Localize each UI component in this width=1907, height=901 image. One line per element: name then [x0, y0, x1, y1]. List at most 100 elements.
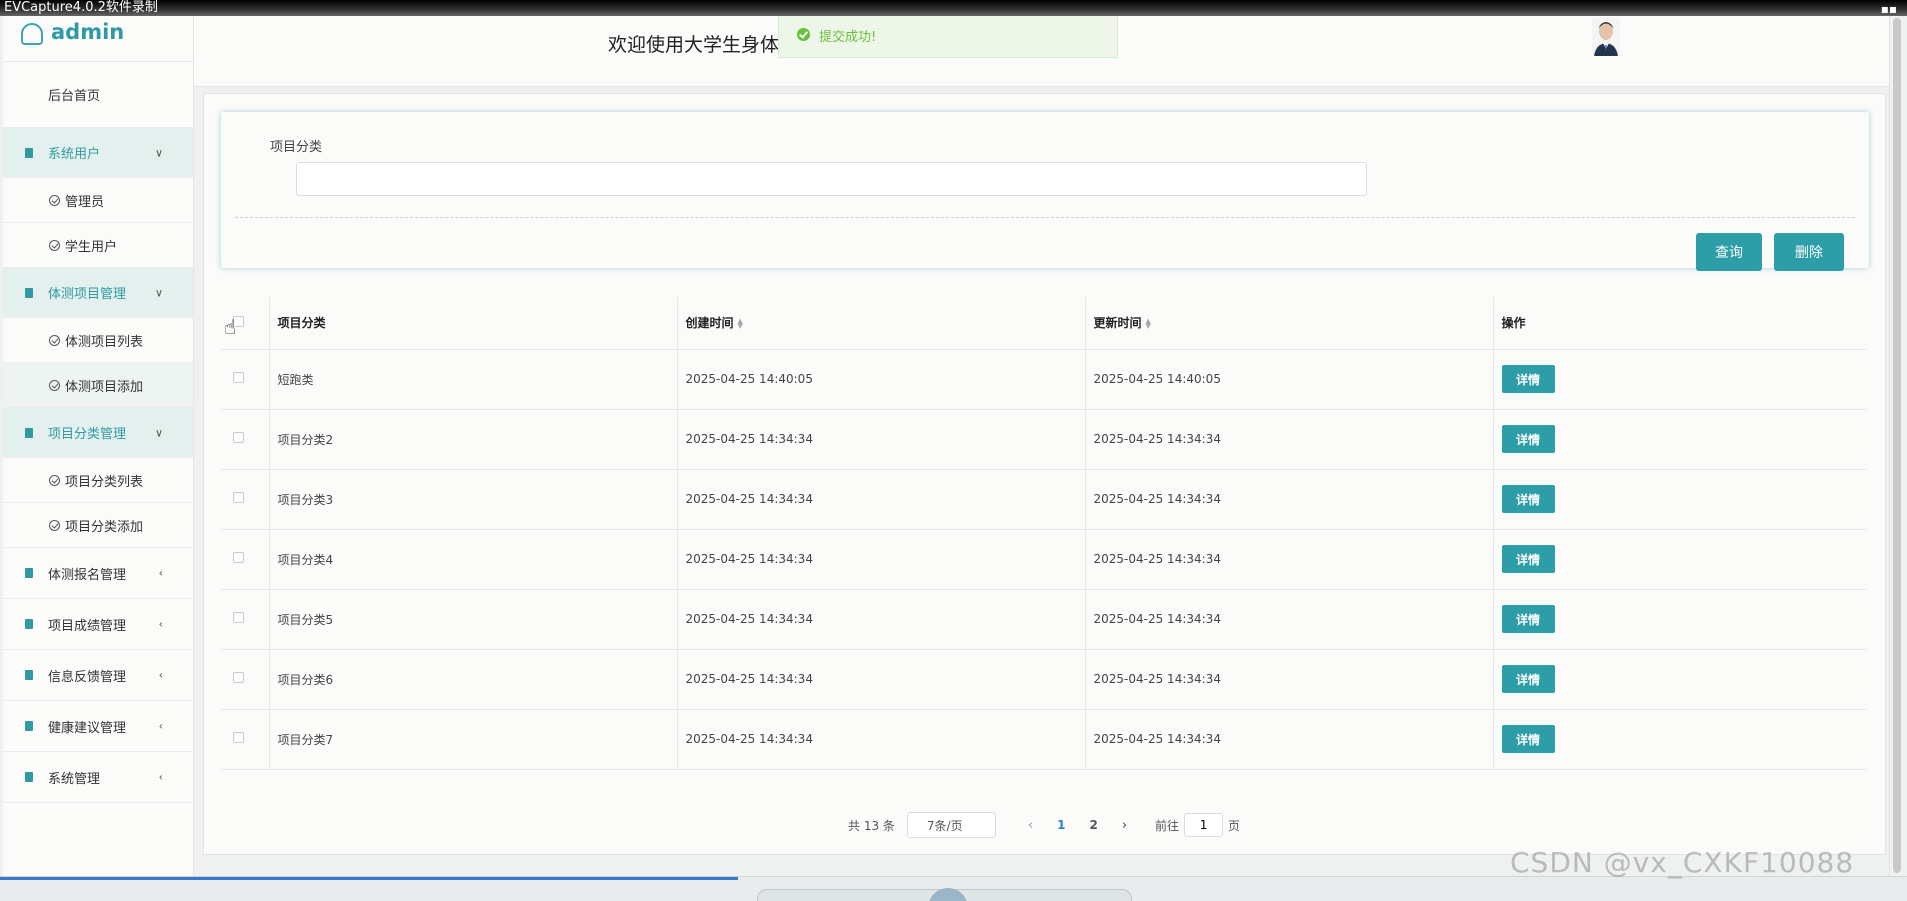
updated-time-cell: 2025-04-25 14:34:34 — [1085, 709, 1494, 770]
category-search-input[interactable] — [296, 162, 1367, 196]
sidebar-item-students[interactable]: 学生用户 — [3, 223, 193, 268]
goto-page-input[interactable] — [1184, 813, 1224, 837]
created-time-cell: 2025-04-25 14:34:34 — [677, 469, 1086, 530]
check-circle-icon — [49, 519, 60, 531]
next-page-icon[interactable]: › — [1122, 818, 1127, 833]
sidebar-item-scores[interactable]: 项目成绩管理 ‹ — [3, 599, 193, 650]
actions-cell: 详情 — [1493, 409, 1866, 470]
sidebar-item-label: 健康建议管理 — [48, 720, 127, 736]
row-checkbox[interactable] — [233, 372, 244, 383]
sidebar-item-category-add[interactable]: 项目分类添加 — [3, 503, 193, 548]
sidebar-item-test-add[interactable]: 体测项目添加 — [3, 363, 193, 408]
doc-icon — [25, 772, 33, 782]
page-number[interactable]: 2 — [1089, 818, 1097, 832]
created-time-cell: 2025-04-25 14:40:05 — [677, 349, 1086, 410]
row-checkbox[interactable] — [233, 732, 244, 743]
avatar[interactable] — [1592, 18, 1620, 56]
divider — [235, 217, 1855, 218]
sidebar-item-registration[interactable]: 体测报名管理 ‹ — [3, 548, 193, 599]
detail-button[interactable]: 详情 — [1501, 485, 1555, 513]
row-checkbox[interactable] — [233, 612, 244, 623]
row-checkbox[interactable] — [233, 672, 244, 683]
sidebar-item-health-advice[interactable]: 健康建议管理 ‹ — [3, 701, 193, 752]
updated-time-cell: 2025-04-25 14:34:34 — [1085, 469, 1494, 530]
sidebar-item-home[interactable]: 后台首页 — [3, 62, 193, 128]
delete-button[interactable]: 删除 — [1774, 233, 1844, 271]
recording-progress — [0, 877, 738, 880]
updated-time-cell: 2025-04-25 14:34:34 — [1085, 589, 1494, 650]
actions-cell: 详情 — [1493, 529, 1866, 590]
doc-icon — [25, 721, 33, 731]
sidebar-item-label: 项目分类管理 — [48, 427, 127, 442]
doc-icon — [25, 670, 33, 680]
vertical-scrollbar[interactable] — [1889, 16, 1903, 876]
window-icon[interactable]: ▪▪ — [1881, 1, 1897, 17]
actions-cell: 详情 — [1493, 589, 1866, 650]
table-row: 短跑类 2025-04-25 14:40:05 2025-04-25 14:40… — [221, 349, 1866, 410]
detail-button[interactable]: 详情 — [1501, 605, 1555, 633]
category-name-cell: 项目分类7 — [269, 709, 678, 770]
table-row: 项目分类7 2025-04-25 14:34:34 2025-04-25 14:… — [221, 709, 1866, 770]
prev-page-icon[interactable]: ‹ — [1028, 818, 1033, 833]
sidebar-item-feedback[interactable]: 信息反馈管理 ‹ — [3, 650, 193, 701]
doc-icon — [25, 147, 33, 158]
row-checkbox[interactable] — [233, 492, 244, 503]
main-content: 项目分类 查询 删除 项目分类 创建时间 ▲ ▼ 更新时间 ▲ ▼ 操作 短跑类 202… — [203, 93, 1886, 855]
sidebar-item-category-list[interactable]: 项目分类列表 — [3, 458, 193, 503]
doc-icon — [25, 287, 33, 298]
sidebar-group-categories[interactable]: 项目分类管理 ∨ — [3, 408, 193, 458]
row-select-cell — [221, 589, 270, 650]
detail-button[interactable]: 详情 — [1501, 425, 1555, 453]
sidebar-item-label: 后台首页 — [48, 89, 101, 104]
category-field-label: 项目分类 — [270, 140, 323, 155]
detail-button[interactable]: 详情 — [1501, 725, 1555, 753]
sidebar-item-admins[interactable]: 管理员 — [3, 178, 193, 223]
column-header-created[interactable]: 创建时间 ▲ ▼ — [677, 297, 1086, 350]
chevron-left-icon: ‹ — [158, 668, 163, 682]
sidebar-item-label: 管理员 — [65, 194, 105, 210]
column-header-updated[interactable]: 更新时间 ▲ ▼ — [1085, 297, 1494, 350]
chevron-left-icon: ‹ — [158, 719, 163, 733]
watermark: CSDN @vx_CXKF10088 — [1510, 846, 1855, 879]
query-button[interactable]: 查询 — [1696, 233, 1762, 271]
sidebar-item-label: 项目分类添加 — [65, 519, 144, 535]
created-time-cell: 2025-04-25 14:34:34 — [677, 409, 1086, 470]
row-checkbox[interactable] — [233, 432, 244, 443]
sidebar-group-test-items[interactable]: 体测项目管理 ∨ — [3, 268, 193, 318]
row-checkbox[interactable] — [233, 552, 244, 563]
sidebar-item-system[interactable]: 系统管理 ‹ — [3, 752, 193, 803]
sidebar-item-label: 信息反馈管理 — [48, 669, 127, 685]
category-name-cell: 项目分类4 — [269, 529, 678, 590]
user-icon — [21, 22, 43, 45]
updated-time-cell: 2025-04-25 14:40:05 — [1085, 349, 1494, 410]
table-row: 项目分类3 2025-04-25 14:34:34 2025-04-25 14:… — [221, 469, 1866, 530]
category-name-cell: 项目分类2 — [269, 409, 678, 470]
scrollbar-thumb[interactable] — [1893, 18, 1901, 873]
goto-label: 前往 — [1155, 818, 1180, 833]
sidebar-group-users[interactable]: 系统用户 ∨ — [3, 128, 193, 178]
page-suffix: 页 — [1228, 818, 1241, 833]
sort-icon[interactable]: ▲ ▼ — [1146, 317, 1151, 329]
detail-button[interactable]: 详情 — [1501, 365, 1555, 393]
success-toast: 提交成功! — [778, 16, 1118, 58]
page-number[interactable]: 1 — [1057, 818, 1065, 832]
detail-button[interactable]: 详情 — [1501, 545, 1555, 573]
toast-message: 提交成功! — [819, 30, 877, 45]
check-circle-icon — [49, 194, 60, 206]
page-size-select[interactable]: 7条/页 — [906, 812, 996, 838]
sort-icon[interactable]: ▲ ▼ — [738, 317, 743, 329]
actions-cell: 详情 — [1493, 349, 1866, 410]
sidebar-item-label: 体测项目管理 — [48, 287, 127, 302]
detail-button[interactable]: 详情 — [1501, 665, 1555, 693]
actions-cell: 详情 — [1493, 469, 1866, 530]
created-time-cell: 2025-04-25 14:34:34 — [677, 649, 1086, 710]
chevron-down-icon: ∨ — [154, 426, 163, 439]
page-title: 欢迎使用大学生身体 — [608, 34, 780, 56]
check-circle-icon — [49, 474, 60, 486]
row-select-cell — [221, 409, 270, 470]
row-select-cell — [221, 469, 270, 530]
column-header-actions: 操作 — [1493, 297, 1866, 350]
sidebar-item-test-list[interactable]: 体测项目列表 — [3, 318, 193, 363]
updated-time-cell: 2025-04-25 14:34:34 — [1085, 529, 1494, 590]
column-header-category: 项目分类 — [269, 297, 678, 350]
